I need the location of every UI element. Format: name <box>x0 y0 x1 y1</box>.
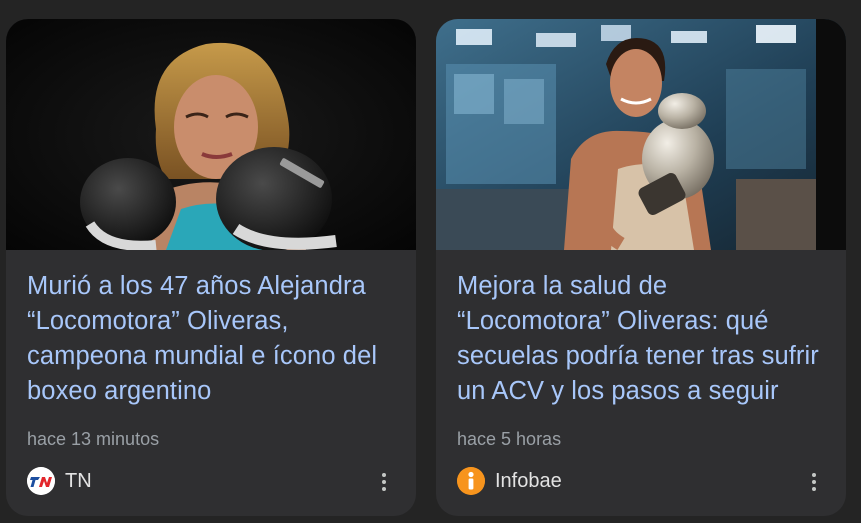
article-source[interactable]: Infobae <box>457 467 562 495</box>
source-name: TN <box>65 470 92 492</box>
boxer-photo <box>6 19 416 250</box>
infobae-logo-icon <box>457 467 485 495</box>
boxer-photo <box>436 19 846 250</box>
article-headline[interactable]: Mejora la salud de “Locomotora” Oliveras… <box>457 269 827 409</box>
news-carousel: Murió a los 47 años Alejandra “Locomotor… <box>0 0 861 523</box>
article-thumbnail[interactable] <box>436 19 846 250</box>
tn-logo-icon <box>27 467 55 495</box>
article-timestamp: hace 5 horas <box>457 429 562 449</box>
article-headline[interactable]: Murió a los 47 años Alejandra “Locomotor… <box>27 269 397 409</box>
source-name: Infobae <box>495 470 562 492</box>
article-source[interactable]: TN <box>27 467 92 495</box>
more-options-icon[interactable] <box>800 468 828 496</box>
more-options-icon[interactable] <box>370 468 398 496</box>
article-thumbnail[interactable] <box>6 19 416 250</box>
news-card[interactable]: Murió a los 47 años Alejandra “Locomotor… <box>6 19 416 516</box>
article-timestamp: hace 13 minutos <box>27 429 160 449</box>
news-card[interactable]: Mejora la salud de “Locomotora” Oliveras… <box>436 19 846 516</box>
